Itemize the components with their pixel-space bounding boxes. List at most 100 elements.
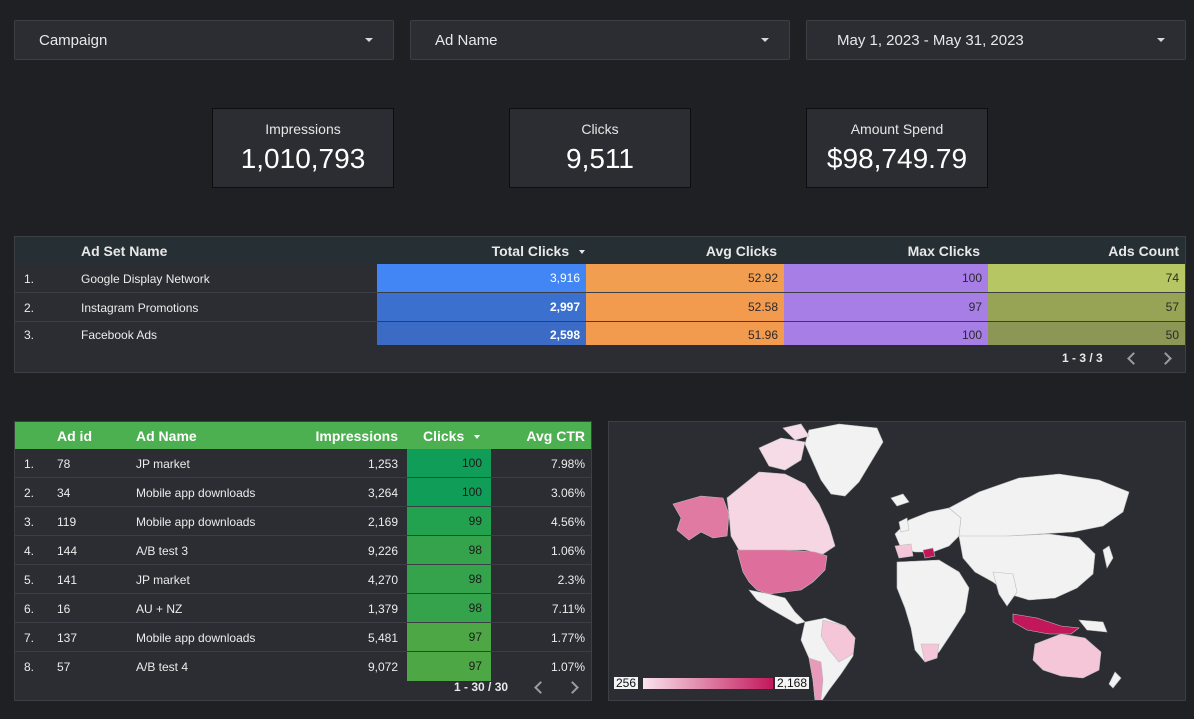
clicks-scorecard: Clicks 9,511 bbox=[509, 108, 691, 188]
iceland-shape[interactable] bbox=[890, 493, 910, 507]
ad-id: 144 bbox=[57, 544, 78, 558]
ad-set-name: Google Display Network bbox=[81, 272, 210, 286]
russia-shape[interactable] bbox=[948, 473, 1130, 539]
clicks-cell: 97 bbox=[407, 623, 491, 652]
chile-argentina-shape[interactable] bbox=[808, 657, 824, 700]
next-page-icon[interactable] bbox=[1159, 352, 1172, 365]
japan-shape[interactable] bbox=[1102, 545, 1114, 569]
avg-ctr-cell: 7.98% bbox=[550, 457, 585, 471]
avg-clicks-cell: 52.92 bbox=[586, 264, 784, 293]
total-clicks-cell: 2,997 bbox=[377, 293, 586, 322]
india-shape[interactable] bbox=[992, 571, 1018, 607]
ad-id: 141 bbox=[57, 573, 78, 587]
new-zealand-shape[interactable] bbox=[1108, 671, 1122, 689]
arctic-islands-shape[interactable] bbox=[758, 437, 806, 471]
header-ads-count[interactable]: Ads Count bbox=[1108, 243, 1179, 259]
table-header: Ad id Ad Name Impressions Clicks Avg CTR bbox=[15, 422, 591, 449]
table-row[interactable]: 1. 78 JP market 1,253 100 7.98% bbox=[15, 449, 591, 478]
spain-shape[interactable] bbox=[894, 543, 914, 559]
greenland-shape[interactable] bbox=[804, 423, 884, 497]
header-avg-clicks[interactable]: Avg Clicks bbox=[706, 243, 777, 259]
uk-shape[interactable] bbox=[898, 517, 910, 533]
table-row[interactable]: 7. 137 Mobile app downloads 5,481 97 1.77% bbox=[15, 623, 591, 652]
avg-ctr-cell: 1.06% bbox=[550, 544, 585, 558]
canada-shape[interactable] bbox=[726, 471, 836, 555]
ads-count-cell: 50 bbox=[988, 322, 1185, 345]
table-row[interactable]: 4. 144 A/B test 3 9,226 98 1.06% bbox=[15, 536, 591, 565]
header-clicks[interactable]: Clicks bbox=[423, 428, 481, 444]
campaign-filter-label: Campaign bbox=[39, 31, 108, 49]
header-impressions[interactable]: Impressions bbox=[316, 428, 398, 444]
table-row[interactable]: 6. 16 AU + NZ 1,379 98 7.11% bbox=[15, 594, 591, 623]
impressions-cell: 1,253 bbox=[367, 457, 398, 471]
row-number: 2. bbox=[24, 301, 35, 315]
clicks-cell: 100 bbox=[407, 449, 491, 478]
papua-shape[interactable] bbox=[1078, 619, 1108, 633]
ad-name-filter[interactable]: Ad Name bbox=[410, 20, 790, 60]
ad-name: Mobile app downloads bbox=[136, 631, 256, 645]
impressions-cell: 9,226 bbox=[367, 544, 398, 558]
header-max-clicks[interactable]: Max Clicks bbox=[908, 243, 980, 259]
table-row[interactable]: 2. Instagram Promotions 2,997 52.58 97 5… bbox=[15, 293, 1185, 322]
total-clicks-cell: 2,598 bbox=[377, 322, 586, 345]
avg-ctr-cell: 4.56% bbox=[550, 515, 585, 529]
impressions-label: Impressions bbox=[265, 121, 341, 137]
ad-name: JP market bbox=[136, 573, 190, 587]
impressions-value: 1,010,793 bbox=[240, 143, 366, 174]
table-row[interactable]: 3. 119 Mobile app downloads 2,169 99 4.56% bbox=[15, 507, 591, 536]
max-clicks-cell: 100 bbox=[784, 264, 988, 293]
date-range-filter[interactable]: May 1, 2023 - May 31, 2023 bbox=[806, 20, 1186, 60]
ad-set-name: Instagram Promotions bbox=[81, 301, 199, 315]
row-number: 3. bbox=[24, 328, 35, 342]
table-row[interactable]: 2. 34 Mobile app downloads 3,264 100 3.06% bbox=[15, 478, 591, 507]
arctic-islands-shape[interactable] bbox=[782, 423, 810, 441]
avg-ctr-cell: 7.11% bbox=[551, 602, 585, 616]
alaska-shape[interactable] bbox=[672, 495, 730, 541]
clicks-value: 9,511 bbox=[566, 143, 634, 174]
impressions-cell: 2,169 bbox=[367, 515, 398, 529]
clicks-cell: 100 bbox=[407, 478, 491, 507]
usa-shape[interactable] bbox=[736, 549, 828, 595]
table-row[interactable]: 1. Google Display Network 3,916 52.92 10… bbox=[15, 264, 1185, 293]
romania-shape[interactable] bbox=[922, 547, 936, 559]
table-row[interactable]: 3. Facebook Ads 2,598 51.96 100 50 bbox=[15, 322, 1185, 345]
indonesia-shape[interactable] bbox=[1012, 613, 1080, 635]
next-page-icon[interactable] bbox=[566, 681, 579, 694]
pagination-label: 1 - 30 / 30 bbox=[454, 680, 509, 694]
ads-count-cell: 57 bbox=[988, 293, 1185, 322]
dropdown-arrow-icon bbox=[365, 38, 373, 42]
ad-id: 119 bbox=[57, 515, 77, 529]
header-total-clicks[interactable]: Total Clicks bbox=[492, 243, 585, 259]
dropdown-arrow-icon bbox=[761, 38, 769, 42]
previous-page-icon[interactable] bbox=[534, 681, 547, 694]
central-america-shape[interactable] bbox=[748, 589, 806, 625]
world-map bbox=[643, 423, 1130, 700]
impressions-cell: 3,264 bbox=[367, 486, 398, 500]
previous-page-icon[interactable] bbox=[1127, 352, 1140, 365]
header-ad-id[interactable]: Ad id bbox=[57, 428, 92, 444]
ad-set-name: Facebook Ads bbox=[81, 328, 158, 342]
dropdown-arrow-icon bbox=[1157, 38, 1165, 42]
campaign-filter[interactable]: Campaign bbox=[14, 20, 394, 60]
asia-shape[interactable] bbox=[958, 533, 1096, 601]
australia-shape[interactable] bbox=[1032, 633, 1102, 679]
header-avg-ctr[interactable]: Avg CTR bbox=[526, 428, 585, 444]
table-row[interactable]: 5. 141 JP market 4,270 98 2.3% bbox=[15, 565, 591, 594]
ads-table: Ad id Ad Name Impressions Clicks Avg CTR… bbox=[14, 421, 592, 701]
legend-gradient-bar bbox=[643, 678, 773, 689]
header-total-clicks-label: Total Clicks bbox=[491, 243, 570, 259]
table-row[interactable]: 8. 57 A/B test 4 9,072 97 1.07% bbox=[15, 652, 591, 681]
max-clicks-cell: 100 bbox=[784, 322, 988, 345]
geo-map-chart[interactable]: 256 2,168 bbox=[608, 421, 1186, 701]
total-clicks-cell: 3,916 bbox=[377, 264, 586, 293]
amount-spend-label: Amount Spend bbox=[850, 121, 944, 137]
header-ad-name[interactable]: Ad Name bbox=[136, 428, 197, 444]
clicks-cell: 99 bbox=[407, 507, 491, 536]
header-ad-set-name[interactable]: Ad Set Name bbox=[81, 243, 167, 259]
header-clicks-label: Clicks bbox=[423, 428, 465, 444]
impressions-cell: 9,072 bbox=[367, 660, 398, 674]
max-clicks-cell: 97 bbox=[784, 293, 988, 322]
ads-count-cell: 74 bbox=[988, 264, 1185, 293]
avg-clicks-cell: 51.96 bbox=[586, 322, 784, 345]
ad-name: A/B test 3 bbox=[136, 544, 189, 558]
